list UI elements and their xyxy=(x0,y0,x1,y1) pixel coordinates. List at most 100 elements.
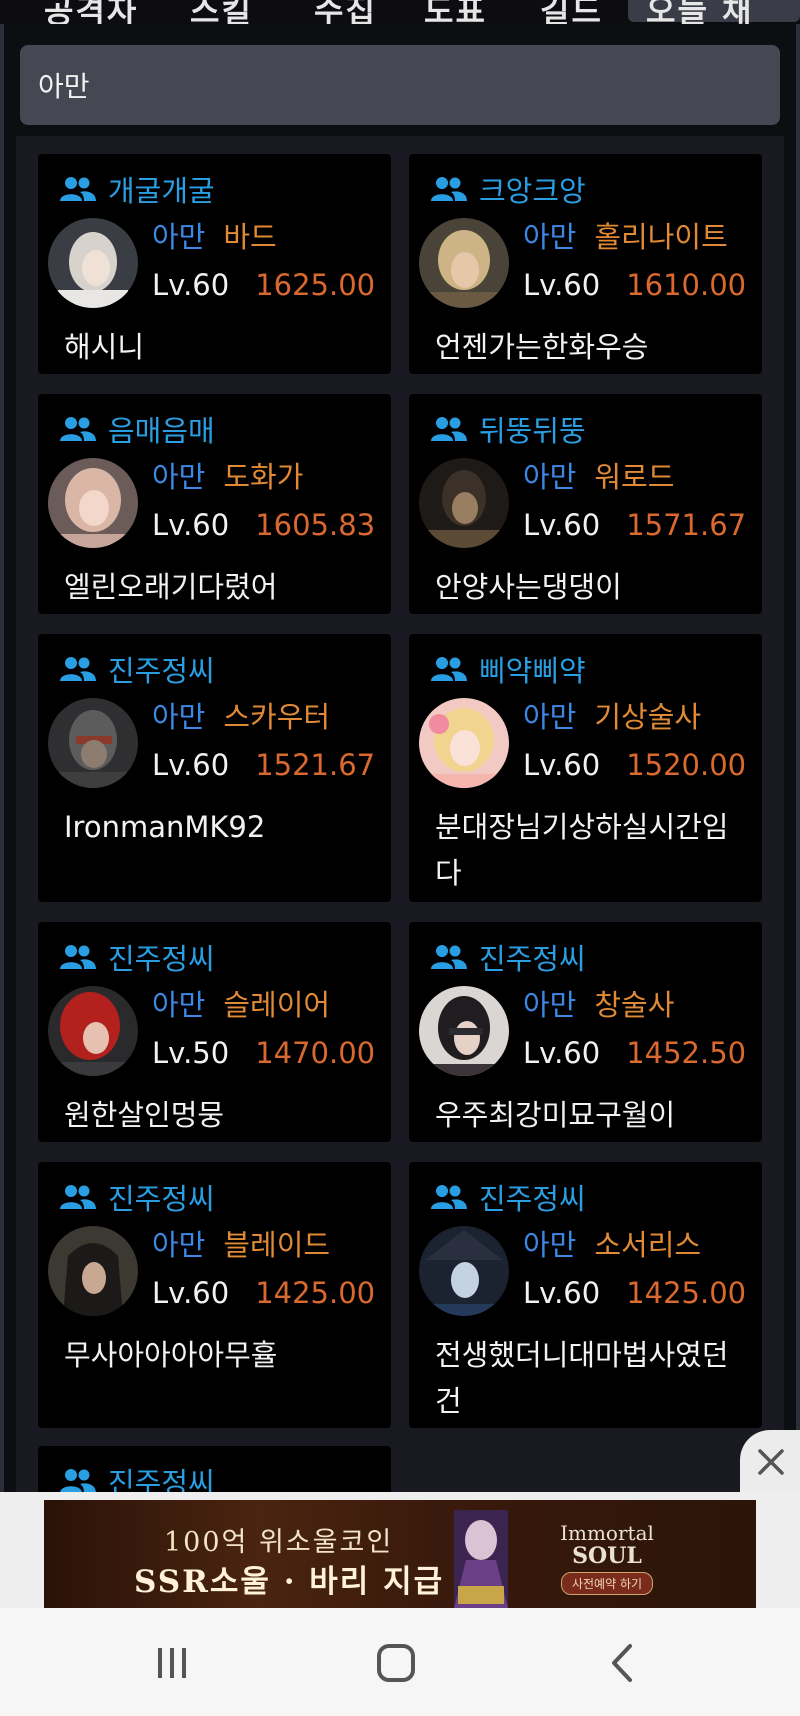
guild-row: 개굴개굴 xyxy=(60,172,215,208)
avatar xyxy=(48,986,138,1076)
guild-name[interactable]: 진주정씨 xyxy=(108,648,215,690)
guild-name[interactable]: 진주정씨 xyxy=(479,1176,586,1218)
class-name: 워로드 xyxy=(594,460,675,494)
level-score-row: Lv.60 1605.83 xyxy=(152,506,375,544)
guild-name[interactable]: 진주정씨 xyxy=(108,1176,215,1218)
character-card[interactable]: 뒤뚱뒤뚱 아만 워로드 Lv.60 1571.67 안양사는댕댕이 xyxy=(409,394,762,614)
ad-banner[interactable]: 100억 위소울코인 SSR소울 · 바리 지급 Immortal SOUL 사… xyxy=(44,1500,756,1608)
server-search-box[interactable]: 아만 xyxy=(20,45,780,125)
character-card[interactable]: 개굴개굴 아만 바드 Lv.60 1625.00 해시니 xyxy=(38,154,391,374)
guild-row: 뒤뚱뒤뚱 xyxy=(431,412,586,448)
guild-members-icon xyxy=(60,1185,96,1209)
character-card[interactable]: 진주정씨 아만 창술사 Lv.60 1452.50 우주최강미묘구월이 xyxy=(409,922,762,1142)
guild-members-icon xyxy=(431,177,467,201)
nickname: 엘린오래기다렸어 xyxy=(64,570,278,604)
server-name: 아만 xyxy=(523,700,577,734)
back-icon[interactable] xyxy=(592,1638,652,1688)
level: Lv.60 xyxy=(523,508,601,542)
character-card[interactable]: 음매음매 아만 도화가 Lv.60 1605.83 엘린오래기다렸어 xyxy=(38,394,391,614)
class-name: 창술사 xyxy=(594,988,675,1022)
guild-members-icon xyxy=(60,1469,96,1493)
guild-name[interactable]: 개굴개굴 xyxy=(108,168,215,210)
nickname: 해시니 xyxy=(64,330,145,364)
server-name: 아만 xyxy=(152,220,206,254)
home-icon[interactable] xyxy=(366,1638,426,1688)
class-name: 바드 xyxy=(223,220,277,254)
item-score: 1605.83 xyxy=(255,508,376,542)
ad-close-button[interactable] xyxy=(740,1430,800,1492)
item-score: 1425.00 xyxy=(626,1276,747,1310)
guild-members-icon xyxy=(60,657,96,681)
class-name: 블레이드 xyxy=(223,1228,331,1262)
server-class-row: 아만 소서리스 xyxy=(523,1224,701,1262)
tab-1[interactable]: 스킬 xyxy=(190,0,253,24)
character-card[interactable]: 크앙크앙 아만 홀리나이트 Lv.60 1610.00 언젠가는한화우승 xyxy=(409,154,762,374)
character-card[interactable]: 삐약삐약 아만 기상술사 Lv.60 1520.00 분대장님기상하실시간임다 xyxy=(409,634,762,902)
ad-preregister-button[interactable]: 사전예약 하기 xyxy=(560,1572,654,1595)
character-card[interactable]: 진주정씨 아만 슬레이어 Lv.50 1470.00 원한살인멍뭉 xyxy=(38,922,391,1142)
guild-name[interactable]: 진주정씨 xyxy=(479,936,586,978)
ad-subheadline: SSR소울 · 바리 지급 xyxy=(134,1564,445,1600)
guild-row: 진주정씨 xyxy=(60,652,215,688)
tab-3[interactable]: 도표 xyxy=(424,0,487,24)
item-score: 1571.67 xyxy=(626,508,747,542)
server-name: 아만 xyxy=(523,460,577,494)
guild-name[interactable]: 뒤뚱뒤뚱 xyxy=(479,408,586,450)
avatar xyxy=(419,218,509,308)
level: Lv.60 xyxy=(152,508,230,542)
ad-logo-top: Immortal xyxy=(560,1521,654,1545)
server-class-row: 아만 슬레이어 xyxy=(152,984,330,1022)
server-name: 아만 xyxy=(523,988,577,1022)
search-value: 아만 xyxy=(38,70,90,103)
item-score: 1610.00 xyxy=(626,268,747,302)
server-class-row: 아만 스카우터 xyxy=(152,696,330,734)
guild-row: 진주정씨 xyxy=(60,1180,215,1216)
server-name: 아만 xyxy=(152,988,206,1022)
guild-name[interactable]: 진주정씨 xyxy=(108,936,215,978)
level-score-row: Lv.60 1425.00 xyxy=(523,1274,746,1312)
tab-4[interactable]: 길드 xyxy=(540,0,603,24)
level: Lv.60 xyxy=(523,748,601,782)
server-class-row: 아만 블레이드 xyxy=(152,1224,330,1262)
character-card[interactable]: 진주정씨 아만 블레이드 Lv.60 1425.00 무사아아아아무휼 xyxy=(38,1162,391,1428)
avatar xyxy=(48,458,138,548)
class-name: 소서리스 xyxy=(594,1228,702,1262)
tab-5[interactable]: 오늘 채팅 xyxy=(628,0,800,24)
level: Lv.60 xyxy=(152,268,230,302)
level-score-row: Lv.60 1452.50 xyxy=(523,1034,746,1072)
server-name: 아만 xyxy=(152,700,206,734)
nickname: 원한살인멍뭉 xyxy=(64,1098,225,1132)
guild-name[interactable]: 음매음매 xyxy=(108,408,215,450)
character-card[interactable]: 진주정씨 아만 소서리스 Lv.60 1425.00 전생했더니대마법사였던건 xyxy=(409,1162,762,1428)
guild-members-icon xyxy=(431,417,467,441)
ad-game-logo: Immortal SOUL 사전예약 하기 xyxy=(542,1522,672,1595)
server-name: 아만 xyxy=(152,1228,206,1262)
guild-members-icon xyxy=(60,417,96,441)
class-name: 슬레이어 xyxy=(223,988,331,1022)
avatar xyxy=(48,1226,138,1316)
level: Lv.60 xyxy=(152,748,230,782)
server-name: 아만 xyxy=(523,1228,577,1262)
panel-edge-left xyxy=(0,24,4,1494)
character-list[interactable]: 개굴개굴 아만 바드 Lv.60 1625.00 해시니 크앙크앙 아만 홀리나… xyxy=(16,136,784,1526)
avatar xyxy=(48,698,138,788)
guild-members-icon xyxy=(60,945,96,969)
tab-0[interactable]: 공격자 xyxy=(44,0,138,24)
guild-members-icon xyxy=(60,177,96,201)
guild-members-icon xyxy=(431,657,467,681)
guild-members-icon xyxy=(431,1185,467,1209)
avatar xyxy=(419,1226,509,1316)
level-score-row: Lv.60 1521.67 xyxy=(152,746,375,784)
guild-name[interactable]: 크앙크앙 xyxy=(479,168,586,210)
tab-2[interactable]: 수집 xyxy=(314,0,377,24)
ad-character-figure xyxy=(454,1510,508,1608)
level-score-row: Lv.60 1610.00 xyxy=(523,266,746,304)
avatar xyxy=(419,458,509,548)
level-score-row: Lv.60 1425.00 xyxy=(152,1274,375,1312)
class-name: 스카우터 xyxy=(223,700,331,734)
avatar xyxy=(48,218,138,308)
character-card[interactable]: 진주정씨 아만 스카우터 Lv.60 1521.67 IronmanMK92 xyxy=(38,634,391,902)
level: Lv.60 xyxy=(523,1276,601,1310)
recent-apps-icon[interactable] xyxy=(142,1638,202,1688)
guild-name[interactable]: 삐약삐약 xyxy=(479,648,586,690)
